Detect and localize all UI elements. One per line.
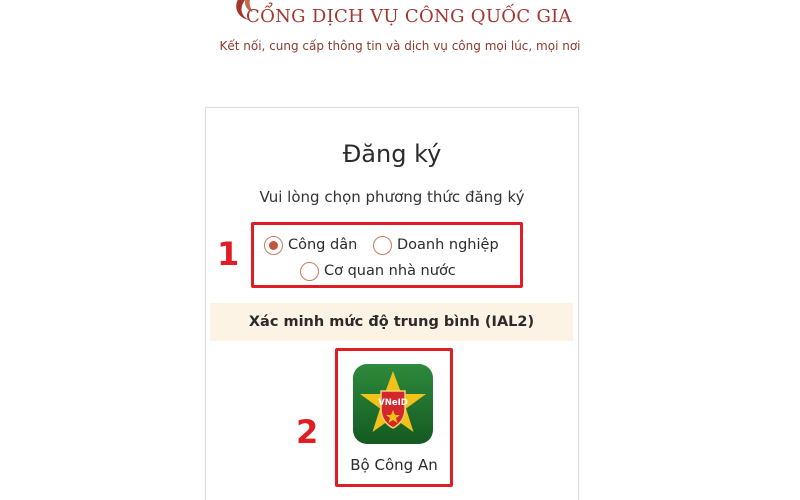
radio-label: Cơ quan nhà nước [324, 263, 456, 279]
vneid-provider-label[interactable]: Bộ Công An [337, 456, 451, 474]
register-instruction: Vui lòng chọn phương thức đăng ký [259, 188, 525, 206]
step-number-1: 1 [217, 235, 240, 273]
vneid-icon[interactable]: VNeID [353, 364, 433, 444]
site-tagline: Kết nối, cung cấp thông tin và dịch vụ c… [219, 39, 581, 53]
step-number-2: 2 [296, 413, 319, 451]
radio-label: Công dân [288, 237, 358, 253]
site-title: CỔNG DỊCH VỤ CÔNG QUỐC GIA [246, 6, 572, 27]
site-header: CỔNG DỊCH VỤ CÔNG QUỐC GIA Kết nối, cung… [0, 0, 800, 70]
radio-label: Doanh nghiệp [397, 237, 499, 253]
radio-dot [269, 240, 278, 250]
register-card: Đăng ký Vui lòng chọn phương thức đăng k… [205, 107, 579, 500]
verification-level-heading: Xác minh mức độ trung bình (IAL2) [210, 303, 573, 341]
radio-option-cong-dan[interactable]: Công dân [264, 234, 357, 256]
radio-selected-icon[interactable] [264, 235, 283, 255]
radio-option-co-quan-nha-nuoc[interactable]: Cơ quan nhà nước [300, 260, 456, 282]
vneid-login-option[interactable]: VNeID Bộ Công An [337, 349, 451, 489]
page-title: Đăng ký [342, 140, 442, 168]
radio-option-doanh-nghiep[interactable]: Doanh nghiệp [373, 234, 499, 256]
account-type-radio-group: Công dân Doanh nghiệp Cơ quan nhà nước [252, 223, 520, 287]
radio-unselected-icon[interactable] [373, 235, 392, 255]
page: CỔNG DỊCH VỤ CÔNG QUỐC GIA Kết nối, cung… [0, 0, 800, 500]
svg-text:VNeID: VNeID [378, 398, 408, 408]
radio-unselected-icon[interactable] [300, 261, 319, 281]
